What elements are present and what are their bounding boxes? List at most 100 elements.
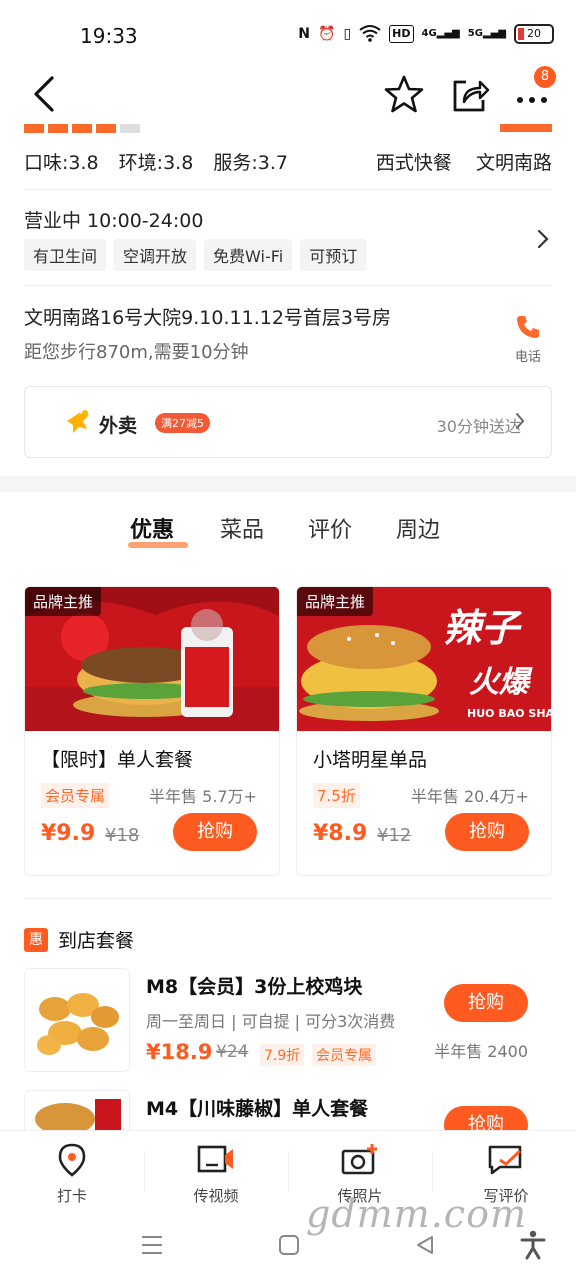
buy-button[interactable]: 抢购 xyxy=(444,1106,528,1130)
location-pin-icon xyxy=(55,1143,89,1181)
promo-image-text: HUO BAO SHANG xyxy=(467,707,551,720)
tab-nearby[interactable]: 周边 xyxy=(396,512,440,544)
brand-recommend-badge: 品牌主推 xyxy=(297,587,374,616)
home-nav-icon[interactable] xyxy=(278,1234,300,1260)
chevron-right-icon xyxy=(515,412,525,434)
facility-chips[interactable]: 有卫生间 空调开放 免费Wi-Fi 可预订 xyxy=(24,239,367,271)
promo-image-text: 火爆 xyxy=(469,665,529,700)
deal-description: 周一至周日 | 可自提 | 可分3次消费 xyxy=(146,1012,396,1031)
back-icon[interactable] xyxy=(30,74,62,114)
takeout-promo-badge: 满27减5 xyxy=(155,413,210,433)
deal-price: ¥8.9 xyxy=(313,821,368,846)
section-title: 惠 到店套餐 xyxy=(24,926,134,953)
brand-recommend-badge: 品牌主推 xyxy=(25,587,102,616)
vibrate-icon: ▯ xyxy=(343,26,352,42)
deal-name: M4【川味藤椒】单人套餐 xyxy=(146,1098,369,1120)
divider xyxy=(24,285,552,286)
chevron-right-icon[interactable] xyxy=(536,228,550,254)
takeout-entry[interactable]: 外卖 满27减5 30分钟送达 xyxy=(24,386,552,458)
facility-chip: 空调开放 xyxy=(114,239,197,271)
shop-address[interactable]: 文明南路16号大院9.10.11.12号首层3号房 xyxy=(24,303,391,330)
nfc-icon: N xyxy=(298,26,310,42)
section-gap xyxy=(0,476,576,492)
top-nav xyxy=(0,64,576,124)
original-price: ¥24 xyxy=(216,1042,249,1062)
featured-deal-card[interactable]: 辣子 火爆 HUO BAO SHANG 品牌主推 小塔明星单品 7.5折 半年售… xyxy=(296,586,552,876)
takeout-runner-icon xyxy=(63,407,93,441)
tab-dishes[interactable]: 菜品 xyxy=(220,512,264,544)
deal-list-item[interactable]: M8【会员】3份上校鸡块 周一至周日 | 可自提 | 可分3次消费 ¥18.9 … xyxy=(24,968,552,1072)
phone-button[interactable]: 电话 xyxy=(510,314,546,365)
content-tabs: 优惠 菜品 评价 周边 xyxy=(0,508,576,552)
deal-thumbnail xyxy=(24,968,130,1072)
edit-review-icon xyxy=(486,1145,526,1181)
promo-image-text: 辣子 xyxy=(443,606,520,650)
signal-5g-icon: 5G▂▄▆ xyxy=(467,28,506,39)
discount-icon: 惠 xyxy=(24,927,48,952)
deal-title: 【限时】单人套餐 xyxy=(41,749,194,771)
back-nav-icon[interactable] xyxy=(414,1234,436,1260)
deal-price: ¥18.9 xyxy=(146,1040,213,1064)
status-icons: N ⏰ ▯ HD 4G▂▄▆ 5G▂▄▆ 20 xyxy=(298,24,554,44)
discount-tag: 7.9折 xyxy=(260,1044,305,1066)
camera-plus-icon xyxy=(340,1144,380,1181)
takeout-label: 外卖 xyxy=(99,415,138,437)
original-price: ¥18 xyxy=(105,825,140,846)
tab-deals[interactable]: 优惠 xyxy=(127,512,189,548)
facility-chip: 可预订 xyxy=(300,239,367,271)
category-cuisine[interactable]: 西式快餐 xyxy=(376,152,452,174)
featured-deal-card[interactable]: 品牌主推 【限时】单人套餐 会员专属 半年售 5.7万+ ¥9.9 ¥18 抢购 xyxy=(24,586,280,876)
screen: 19:33 N ⏰ ▯ HD 4G▂▄▆ 5G▂▄▆ 20 8 口味:3.8 环… xyxy=(0,0,576,1280)
watermark: gdmm.com xyxy=(306,1192,527,1236)
deal-title: 小塔明星单品 xyxy=(313,749,428,771)
facility-chip: 免费Wi-Fi xyxy=(204,239,293,271)
buy-button[interactable]: 抢购 xyxy=(173,813,257,851)
buy-button[interactable]: 抢购 xyxy=(444,984,528,1022)
buy-button[interactable]: 抢购 xyxy=(445,813,529,851)
divider xyxy=(288,1151,289,1191)
hd-icon: HD xyxy=(389,25,414,43)
environment-score: 环境:3.8 xyxy=(118,152,194,174)
favorite-star-icon[interactable] xyxy=(384,74,424,114)
divider xyxy=(432,1151,433,1191)
original-price: ¥12 xyxy=(377,825,412,846)
member-tag: 会员专属 xyxy=(312,1044,376,1066)
checkin-label: 打卡 xyxy=(56,1187,87,1205)
phone-label: 电话 xyxy=(514,350,541,365)
deal-list-item[interactable]: M4【川味藤椒】单人套餐 抢购 xyxy=(24,1090,552,1130)
upload-video-button[interactable]: 传视频 xyxy=(166,1143,266,1206)
walking-distance: 距您步行870m,需要10分钟 xyxy=(24,342,249,363)
checkin-button[interactable]: 打卡 xyxy=(22,1143,122,1206)
category-area[interactable]: 文明南路 xyxy=(476,152,552,174)
section-title-text: 到店套餐 xyxy=(58,930,135,952)
sales-count: 半年售 2400 xyxy=(434,1042,528,1061)
wifi-icon xyxy=(359,24,381,44)
alarm-icon: ⏰ xyxy=(318,26,336,42)
facility-chip: 有卫生间 xyxy=(24,239,107,271)
deal-price: ¥9.9 xyxy=(41,821,96,846)
sales-count: 半年售 5.7万+ xyxy=(149,787,257,806)
shop-categories: 西式快餐 文明南路 xyxy=(358,148,552,175)
discount-tag: 7.5折 xyxy=(313,783,360,808)
share-icon[interactable] xyxy=(450,74,490,114)
status-time: 19:33 xyxy=(80,24,138,48)
rating-scores: 口味:3.8 环境:3.8 服务:3.7 xyxy=(24,148,302,175)
deal-image: 品牌主推 xyxy=(25,587,279,731)
takeout-eta: 30分钟送达 xyxy=(436,417,521,436)
battery-icon: 20 xyxy=(514,24,554,44)
phone-icon xyxy=(515,316,541,344)
deal-image: 辣子 火爆 HUO BAO SHANG 品牌主推 xyxy=(297,587,551,731)
signal-4g-icon: 4G▂▄▆ xyxy=(421,28,460,39)
opening-hours: 营业中 10:00-24:00 xyxy=(24,210,204,232)
divider xyxy=(24,189,552,190)
status-bar: 19:33 N ⏰ ▯ HD 4G▂▄▆ 5G▂▄▆ 20 xyxy=(0,0,576,64)
sales-count: 半年售 20.4万+ xyxy=(410,787,529,806)
menu-nav-icon[interactable] xyxy=(140,1234,164,1260)
service-score: 服务:3.7 xyxy=(213,152,288,174)
deal-thumbnail xyxy=(24,1090,130,1130)
divider xyxy=(144,1151,145,1191)
video-icon xyxy=(196,1145,236,1181)
taste-score: 口味:3.8 xyxy=(24,152,99,174)
tab-reviews[interactable]: 评价 xyxy=(308,512,352,544)
divider xyxy=(24,898,552,899)
